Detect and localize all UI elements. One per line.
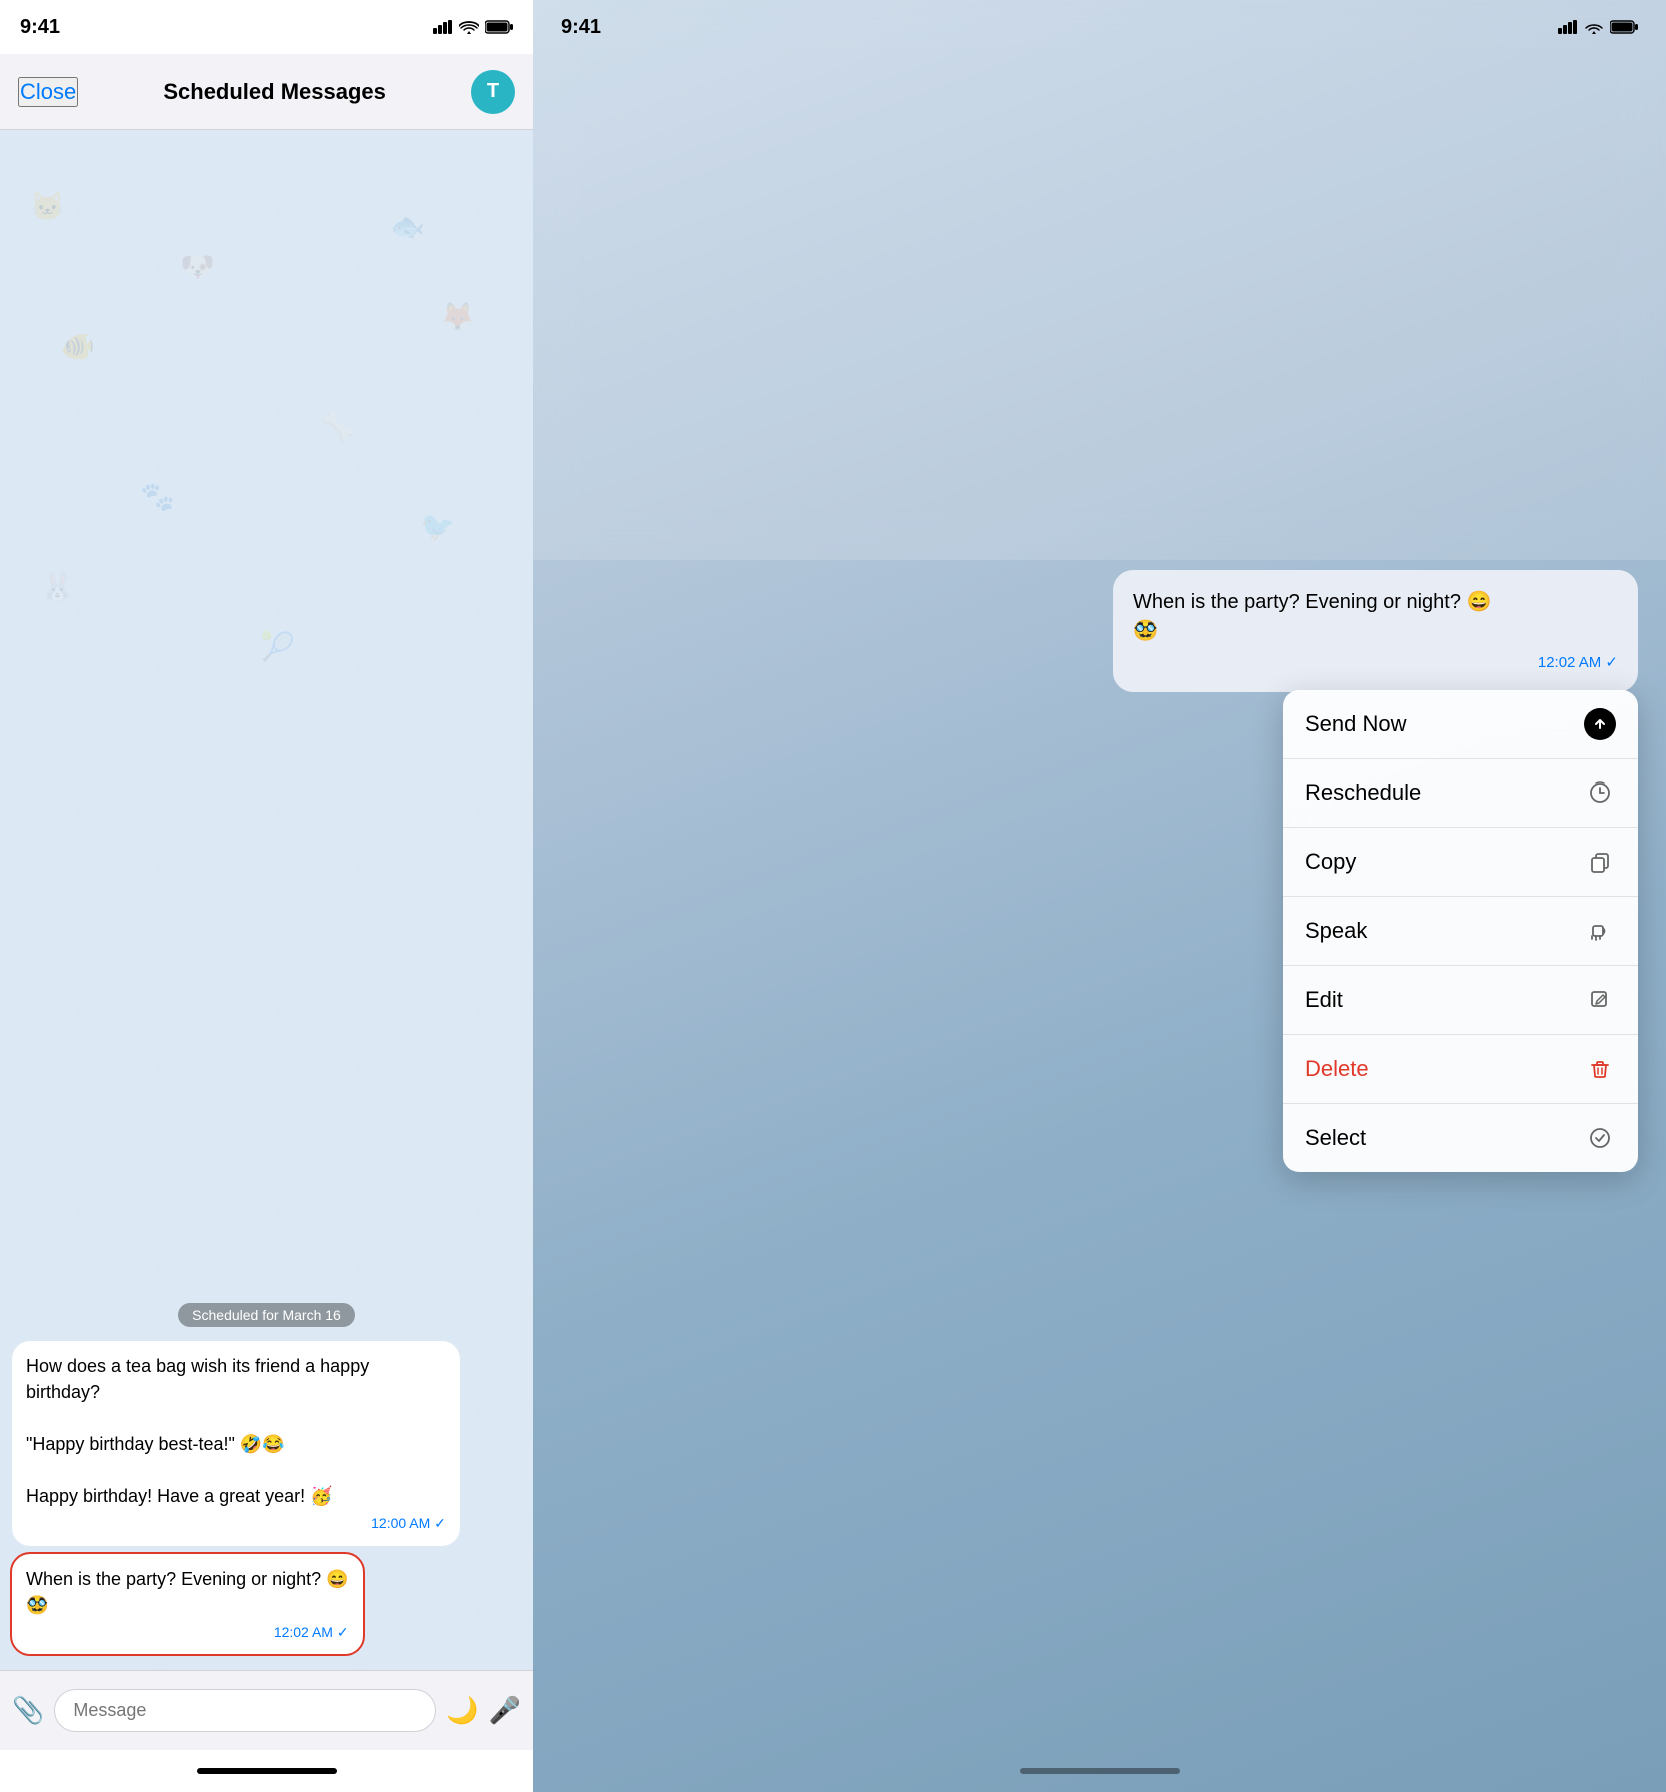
select-svg-icon (1588, 1126, 1612, 1150)
delete-label: Delete (1305, 1056, 1369, 1082)
context-menu-speak[interactable]: Speak (1283, 897, 1638, 966)
context-menu-select[interactable]: Select (1283, 1104, 1638, 1172)
message-bubble-1[interactable]: How does a tea bag wish its friend a hap… (12, 1341, 460, 1546)
message-bubble-2[interactable]: When is the party? Evening or night? 😄🥸 … (12, 1554, 363, 1654)
bg-icon-10: 🐦 (420, 510, 455, 543)
delete-icon (1584, 1053, 1616, 1085)
reschedule-icon (1584, 777, 1616, 809)
nav-title: Scheduled Messages (163, 79, 386, 105)
right-message-bubble[interactable]: When is the party? Evening or night? 😄🥸 … (1113, 570, 1638, 692)
status-time-left: 9:41 (20, 16, 60, 39)
nav-bar: Close Scheduled Messages T (0, 54, 533, 130)
input-bar: 📎 🌙 🎤 (0, 1670, 533, 1750)
bg-icon-1: 🐱 (30, 190, 65, 223)
home-bar-right (1020, 1768, 1180, 1774)
context-menu-copy[interactable]: Copy (1283, 828, 1638, 897)
speak-icon (1584, 915, 1616, 947)
battery-icon-right (1610, 20, 1638, 34)
status-icons-left (433, 20, 513, 34)
message-input[interactable] (54, 1689, 436, 1732)
home-bar-left (197, 1768, 337, 1774)
bg-icon-4: 🦴 (320, 410, 355, 443)
right-panel: 9:41 When is the party? Ev (533, 0, 1666, 1792)
home-indicator-right (533, 1750, 1666, 1792)
status-time-right: 9:41 (561, 16, 601, 39)
copy-svg-icon (1588, 850, 1612, 874)
status-bar-right: 9:41 (533, 0, 1666, 54)
battery-icon (485, 20, 513, 34)
date-badge: Scheduled for March 16 (178, 1303, 355, 1327)
context-menu: Send Now Reschedule Copy (1283, 690, 1638, 1172)
copy-label: Copy (1305, 849, 1356, 875)
checkmark-1: ✓ (434, 1515, 446, 1531)
trash-svg-icon (1588, 1057, 1612, 1081)
speak-svg-icon (1588, 919, 1612, 943)
right-checkmark: ✓ (1605, 654, 1618, 671)
bg-icon-3: 🐠 (60, 330, 95, 363)
context-menu-delete[interactable]: Delete (1283, 1035, 1638, 1104)
home-indicator-left (0, 1750, 533, 1792)
attach-icon[interactable]: 📎 (12, 1695, 44, 1726)
wifi-icon-right (1584, 20, 1604, 34)
message-text-2: When is the party? Evening or night? 😄🥸 (26, 1566, 349, 1618)
close-button[interactable]: Close (18, 77, 78, 107)
left-panel: 9:41 (0, 0, 533, 1792)
right-blur-top (533, 0, 1666, 560)
clock-icon (1588, 781, 1612, 805)
checkmark-2: ✓ (337, 1624, 349, 1640)
message-time-1: 12:00 AM ✓ (26, 1513, 446, 1533)
bg-icon-8: 🐟 (390, 210, 425, 243)
chat-background: 🐱 🐶 🐠 🦴 🐾 🐰 🎾 🐟 🦊 🐦 Scheduled for March … (0, 130, 533, 1670)
bg-icon-7: 🎾 (260, 630, 295, 663)
chat-messages: Scheduled for March 16 How does a tea ba… (0, 1287, 533, 1670)
nav-avatar: T (471, 70, 515, 114)
upload-icon (1593, 717, 1607, 731)
bg-icon-9: 🦊 (440, 300, 475, 333)
context-menu-reschedule[interactable]: Reschedule (1283, 759, 1638, 828)
emoji-icon[interactable]: 🌙 (446, 1695, 478, 1726)
message-time-2: 12:02 AM ✓ (26, 1622, 349, 1642)
status-bar-left: 9:41 (0, 0, 533, 54)
status-icons-right (1558, 20, 1638, 34)
select-label: Select (1305, 1125, 1366, 1151)
message-text-1: How does a tea bag wish its friend a hap… (26, 1353, 446, 1510)
context-menu-send-now[interactable]: Send Now (1283, 690, 1638, 759)
context-menu-edit[interactable]: Edit (1283, 966, 1638, 1035)
reschedule-label: Reschedule (1305, 780, 1421, 806)
edit-svg-icon (1588, 988, 1612, 1012)
wifi-icon (459, 20, 479, 34)
edit-icon (1584, 984, 1616, 1016)
copy-icon (1584, 846, 1616, 878)
signal-icon-right (1558, 20, 1578, 34)
bg-icon-5: 🐾 (140, 480, 175, 513)
bg-icon-6: 🐰 (40, 570, 75, 603)
right-message-time: 12:02 AM ✓ (1133, 652, 1618, 674)
signal-icon (433, 20, 453, 34)
bg-icon-2: 🐶 (180, 250, 215, 283)
right-message-text: When is the party? Evening or night? 😄🥸 (1133, 588, 1618, 646)
speak-label: Speak (1305, 918, 1367, 944)
select-icon (1584, 1122, 1616, 1154)
send-now-label: Send Now (1305, 711, 1407, 737)
send-now-icon (1584, 708, 1616, 740)
voice-icon[interactable]: 🎤 (489, 1695, 521, 1726)
edit-label: Edit (1305, 987, 1343, 1013)
